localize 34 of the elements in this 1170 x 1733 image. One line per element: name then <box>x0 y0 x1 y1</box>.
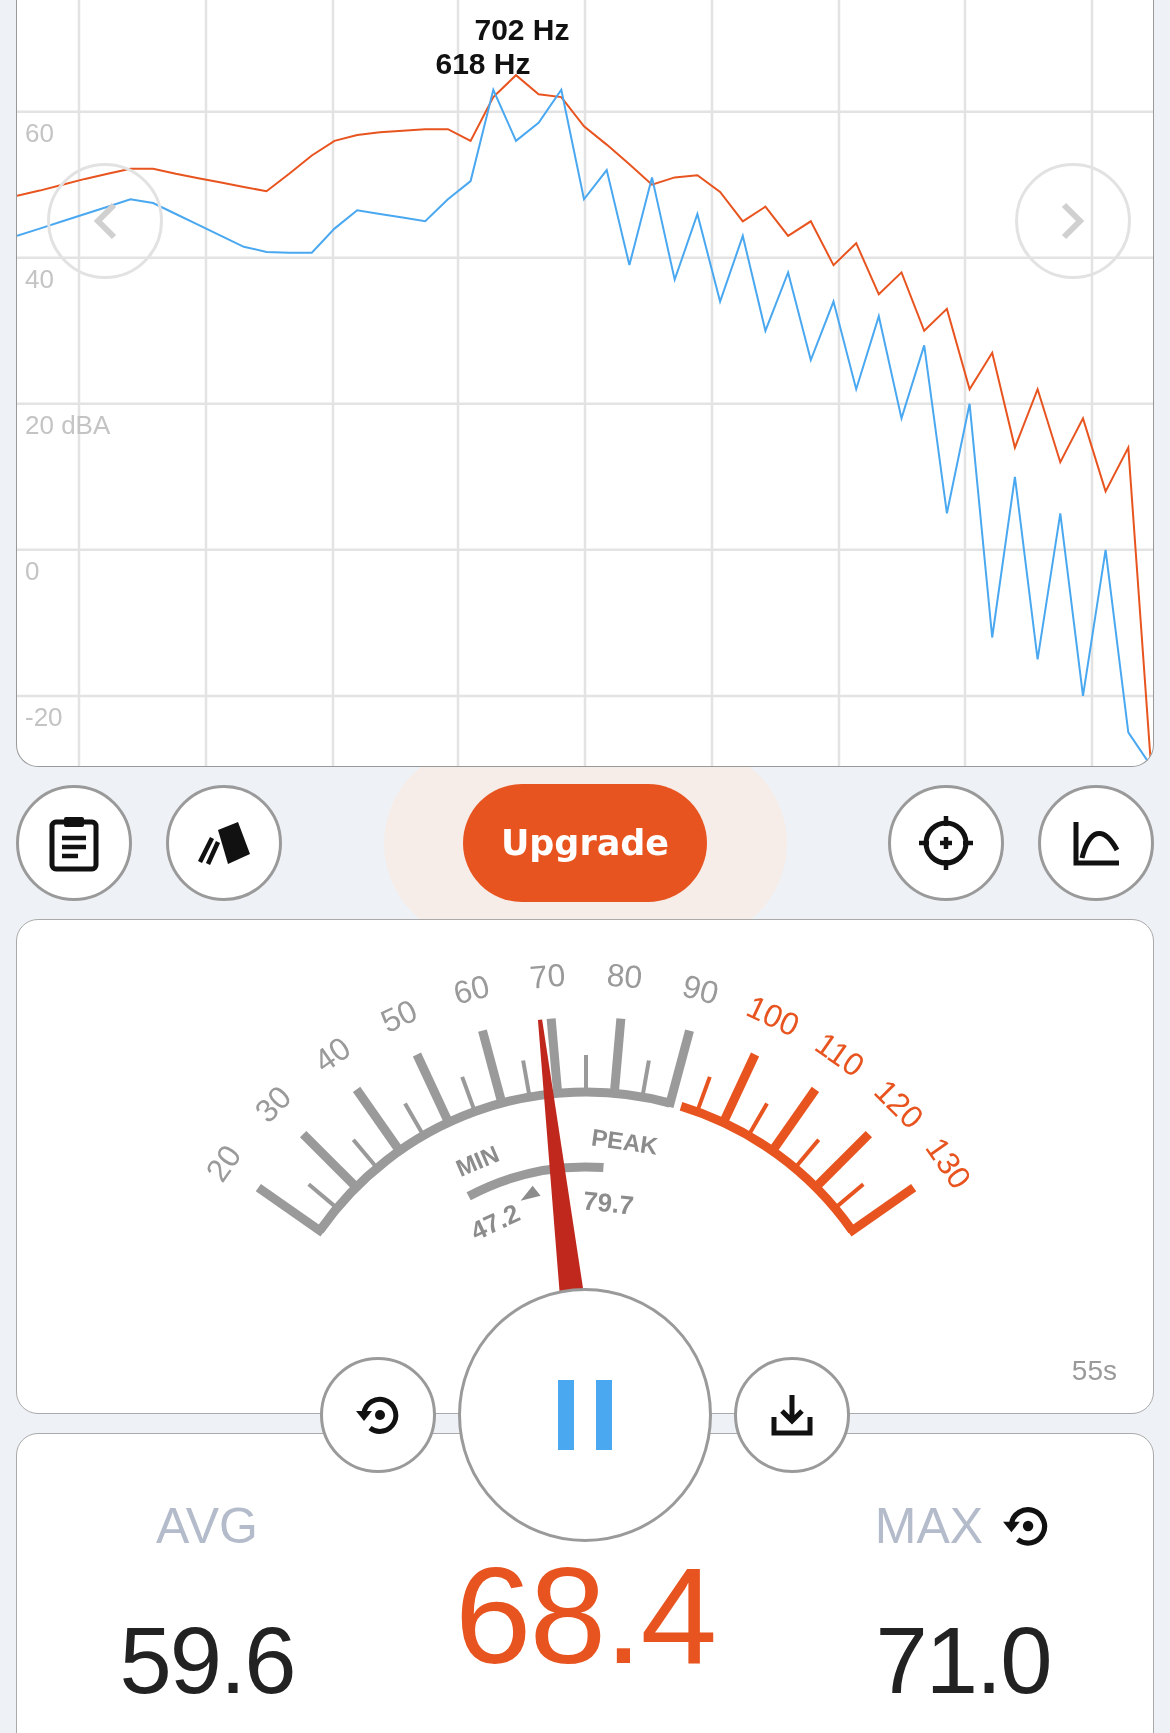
scale-label: 20 <box>198 1138 249 1189</box>
scale-label: 40 <box>307 1029 358 1080</box>
stat-value: 71.0 <box>875 1614 1051 1708</box>
pause-icon <box>558 1380 612 1450</box>
clipboard-icon <box>48 814 100 872</box>
stat-label: MAX <box>874 1497 984 1555</box>
peak-frequency-label: 702 Hz <box>474 13 570 46</box>
min-value: 47.2 <box>465 1197 525 1247</box>
stat-value: 59.6 <box>119 1614 295 1708</box>
min-marker-icon <box>520 1185 541 1201</box>
scale-label: 60 <box>449 967 494 1012</box>
axis-tick-label: 40 <box>25 263 54 294</box>
scale-label: 90 <box>678 967 723 1012</box>
scale-label: 50 <box>375 992 423 1040</box>
chevron-left-icon <box>92 201 118 241</box>
axis-tick-label: -20 <box>25 701 63 732</box>
stat-label: AVG <box>156 1497 258 1555</box>
min-label: MIN <box>451 1139 503 1182</box>
axis-tick-label: 0 <box>25 555 40 586</box>
peak-label: PEAK <box>589 1123 660 1160</box>
target-icon <box>917 814 975 872</box>
scale-label: 100 <box>741 988 805 1044</box>
peak-frequency-label: 618 Hz <box>435 47 531 80</box>
stat-value: 68.4 <box>454 1546 716 1684</box>
upgrade-button[interactable]: Upgrade <box>463 784 707 902</box>
elapsed-time: 55s <box>1071 1355 1117 1387</box>
axis-tick-label: 60 <box>25 117 54 148</box>
chevron-right-icon <box>1060 201 1086 241</box>
scale-label: 30 <box>247 1078 299 1130</box>
scale-label: 80 <box>605 956 644 996</box>
axis-tick-label: 20 dBA <box>25 409 111 440</box>
curve-chart-icon <box>1071 820 1121 866</box>
peak-value: 79.7 <box>581 1185 636 1221</box>
scale-label: 70 <box>528 956 567 996</box>
